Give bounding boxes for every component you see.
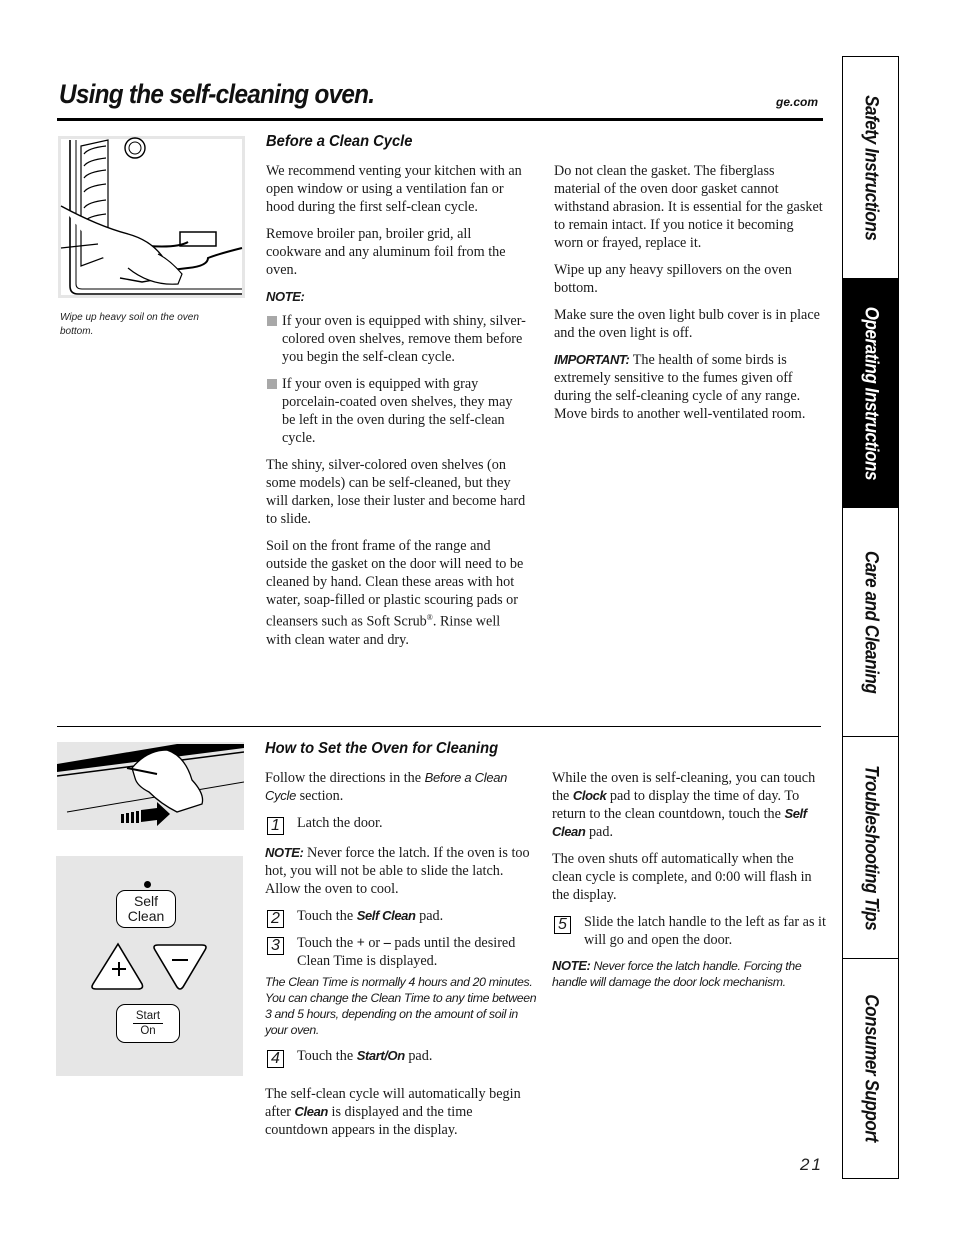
tab-care-and-cleaning[interactable]: Care and Cleaning [843,508,898,737]
text: Touch the [297,1048,357,1064]
paragraph: The shiny, silver-colored oven shelves (… [266,457,526,527]
note-label: NOTE: [552,958,591,973]
minus-pad[interactable] [153,944,207,990]
tab-consumer-support[interactable]: Consumer Support [843,959,898,1178]
plus-minus-pads[interactable] [90,942,210,992]
paragraph: The self-clean cycle will automatically … [265,1085,537,1139]
step-4: 4 Touch the Start/On pad. [265,1047,537,1068]
list-item: If your oven is equipped with gray porce… [266,375,528,447]
section-heading-before-clean-cycle: Before a Clean Cycle [266,133,413,150]
tab-operating-instructions[interactable]: Operating Instructions [843,279,898,508]
step-3: 3 Touch the + or – pads until the desired… [265,934,537,970]
text: Never force the latch handle. Forcing th… [552,959,802,989]
text: Follow the directions in the [265,770,425,786]
wipe-oven-icon [60,137,243,295]
list-item-text: If your oven is equipped with gray porce… [282,376,513,446]
start-pad-label-bottom: On [140,1025,156,1037]
paragraph: Follow the directions in the Before a Cl… [265,769,537,805]
list-item-text: If your oven is equipped with shiny, sil… [282,313,526,365]
before-left-column: We recommend venting your kitchen with a… [266,162,528,658]
site-url: ge.com [776,95,819,109]
self-clean-pad-label-bottom: Clean [127,908,165,924]
step-number-badge: 2 [267,910,284,928]
self-clean-pad[interactable]: Self Clean [116,890,176,928]
step-number-badge: 4 [267,1050,284,1068]
important-paragraph: IMPORTANT: The health of some birds is e… [554,351,824,423]
note-label: NOTE: [265,845,304,860]
note-label: NOTE: [266,289,305,304]
text: pad. [585,824,613,840]
self-clean-pad-label-top: Self [133,893,159,909]
clean-time-note: The Clean Time is normally 4 hours and 2… [265,975,537,1037]
paragraph: The oven shuts off automatically when th… [552,851,812,903]
text: section. [296,788,344,804]
section-divider [57,726,821,727]
tab-label: Care and Cleaning [860,550,882,694]
tab-label: Operating Instructions [860,306,882,480]
step-number-badge: 1 [267,817,284,835]
text: Touch the [297,908,357,924]
note-paragraph: NOTE: Never force the latch. If the oven… [265,844,537,898]
tab-label: Troubleshooting Tips [860,764,882,931]
how-right-column: While the oven is self-cleaning, you can… [552,769,827,999]
pad-name: Clock [572,788,607,803]
start-pad-label-top: Start [132,1009,164,1024]
oven-bottom-illustration [58,136,245,298]
list-item: If your oven is equipped with shiny, sil… [266,312,528,366]
tab-label: Consumer Support [860,994,882,1143]
step-2: 2 Touch the Self Clean pad. [265,907,537,928]
indicator-dot-icon [144,881,151,888]
tab-label: Safety Instructions [860,94,882,241]
page-title: Using the self-cleaning oven. [59,79,375,109]
step-5: 5 Slide the latch handle to the left as f… [552,913,827,949]
control-panel-illustration: Self Clean Start On [56,856,243,1076]
pad-name: Self Clean [356,908,416,923]
tab-troubleshooting-tips[interactable]: Troubleshooting Tips [843,737,898,959]
step-text: Slide the latch handle to the left as fa… [584,914,826,948]
paragraph: We recommend venting your kitchen with a… [266,163,522,215]
paragraph: Remove broiler pan, broiler grid, all co… [266,226,506,278]
how-left-column: Follow the directions in the Before a Cl… [265,769,537,1148]
text: pad. [415,908,444,924]
step-1: 1 Latch the door. [265,814,537,835]
door-latch-illustration [57,742,244,830]
paragraph: Make sure the oven light bulb cover is i… [554,307,820,341]
text: Never force the latch. If the oven is to… [265,845,530,897]
before-right-column: Do not clean the gasket. The fiberglass … [554,162,824,432]
latch-slide-icon [57,744,244,826]
paragraph: Do not clean the gasket. The fiberglass … [554,163,823,251]
note-label-wrap: NOTE: [266,288,528,306]
bullet-square-icon [267,316,277,326]
page-number: 21 [800,1155,823,1174]
important-label: IMPORTANT: [554,352,630,367]
text: Touch the [297,935,357,951]
plus-pad[interactable] [91,942,144,990]
paragraph: Wipe up any heavy spillovers on the oven… [554,262,792,296]
title-rule [57,118,823,121]
step-number-badge: 3 [267,937,284,955]
bullet-square-icon [267,379,277,389]
text: or [364,935,384,951]
display-word: Clean [294,1104,329,1119]
latch-note: NOTE: Never force the latch handle. Forc… [552,958,827,990]
step-number-badge: 5 [554,916,571,934]
plus-symbol: + [356,935,365,951]
section-heading-how-to-set: How to Set the Oven for Cleaning [265,740,499,757]
figure-caption: Wipe up heavy soil on the oven bottom. [60,312,199,337]
minus-symbol: – [383,935,391,951]
tab-safety-instructions[interactable]: Safety Instructions [843,57,898,279]
start-on-pad[interactable]: Start On [116,1004,180,1043]
paragraph: Soil on the front frame of the range and… [266,537,528,649]
step-text: Latch the door. [297,815,383,831]
pad-name: Start/On [356,1048,405,1063]
section-tabs: Safety Instructions Operating Instructio… [842,56,899,1179]
text: pad. [404,1048,433,1064]
paragraph: While the oven is self-cleaning, you can… [552,769,827,841]
